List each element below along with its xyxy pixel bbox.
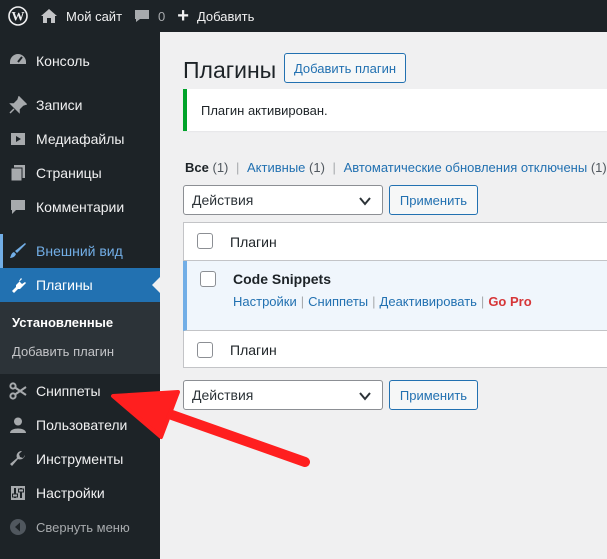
submenu-add-plugin[interactable]: Добавить плагин — [0, 337, 160, 366]
apply-button-top[interactable]: Применить — [389, 185, 478, 215]
menu-media[interactable]: Медиафайлы — [0, 122, 160, 156]
collapse-icon — [8, 517, 28, 537]
menu-label: Свернуть меню — [36, 519, 130, 535]
filter-active[interactable]: Активные — [247, 160, 305, 175]
menu-label: Записи — [36, 97, 83, 113]
chevron-down-icon — [359, 197, 371, 206]
menu-label: Инструменты — [36, 451, 124, 467]
comments-link[interactable]: 0 — [134, 0, 177, 32]
plugin-go-pro-link[interactable]: Go Pro — [488, 294, 531, 309]
filter-separator: | — [332, 160, 336, 175]
submenu-installed[interactable]: Установленные — [0, 308, 160, 337]
wordpress-logo-button[interactable]: W — [0, 0, 36, 32]
filter-active-count: (1) — [309, 160, 325, 175]
success-notice: Плагин активирован. — [183, 89, 607, 131]
menu-posts[interactable]: Записи — [0, 88, 160, 122]
action-separator: | — [300, 294, 305, 309]
menu-label: Внешний вид — [36, 243, 123, 259]
filter-auto-updates-disabled[interactable]: Автоматические обновления отключены — [344, 160, 588, 175]
plugin-name: Code Snippets — [233, 271, 332, 287]
home-icon — [41, 9, 57, 23]
bulk-actions-value: Действия — [192, 192, 254, 208]
menu-label: Сниппеты — [36, 383, 101, 399]
filter-separator: | — [236, 160, 240, 175]
menu-snippets[interactable]: Сниппеты — [0, 374, 160, 408]
bulk-actions-select-bottom[interactable]: Действия — [183, 380, 383, 410]
new-content-link[interactable]: + Добавить — [177, 0, 254, 32]
menu-dashboard[interactable]: Консоль — [0, 44, 160, 78]
filter-auto-updates-count: (1) — [590, 160, 607, 175]
wrench-icon — [8, 449, 28, 469]
pin-icon — [8, 95, 28, 115]
comment-bubble-icon — [135, 10, 150, 22]
table-row: Code Snippets Настройки | Сниппеты | Деактив… — [183, 261, 607, 331]
menu-pages[interactable]: Страницы — [0, 156, 160, 190]
admin-bar: W Мой сайт 0 + Добавить — [0, 0, 607, 32]
menu-label: Комментарии — [36, 199, 125, 215]
menu-label: Плагины — [36, 277, 93, 293]
plugin-settings-link[interactable]: Настройки — [233, 294, 297, 309]
plugin-snippets-link[interactable]: Сниппеты — [308, 294, 368, 309]
menu-users[interactable]: Пользователи — [0, 408, 160, 442]
menu-tools[interactable]: Инструменты — [0, 442, 160, 476]
comment-icon — [8, 197, 28, 217]
settings-icon — [8, 483, 28, 503]
comments-count: 0 — [158, 8, 166, 24]
dashboard-icon — [8, 51, 28, 71]
menu-label: Консоль — [36, 53, 90, 69]
site-name-label: Мой сайт — [66, 8, 123, 24]
plugin-checkbox[interactable] — [200, 271, 216, 287]
site-name-link[interactable]: Мой сайт — [36, 0, 134, 32]
menu-settings[interactable]: Настройки — [0, 476, 160, 510]
bulk-actions-select-top[interactable]: Действия — [183, 185, 383, 215]
plugin-row-actions: Настройки | Сниппеты | Деактивировать | Go Pro — [233, 294, 532, 309]
plus-icon: + — [177, 5, 189, 27]
filter-all-count: (1) — [212, 160, 229, 175]
plugins-table: Плагин Code Snippets Настройки | Сниппеты |… — [183, 222, 607, 368]
bulk-actions-value: Действия — [192, 387, 254, 403]
menu-comments[interactable]: Комментарии — [0, 190, 160, 224]
plugins-submenu: Установленные Добавить плагин — [0, 302, 160, 374]
svg-text:W: W — [12, 9, 25, 24]
column-header-plugin[interactable]: Плагин — [230, 234, 277, 250]
menu-label: Пользователи — [36, 417, 128, 433]
admin-sidebar: Консоль Записи Медиафайлы Страницы Комме… — [0, 32, 160, 559]
select-all-checkbox-bottom[interactable] — [197, 342, 213, 358]
page-title: Плагины — [183, 57, 277, 83]
action-separator: | — [480, 294, 485, 309]
user-icon — [8, 415, 28, 435]
wordpress-icon: W — [8, 6, 28, 26]
apply-button-bottom[interactable]: Применить — [389, 380, 478, 410]
add-plugin-button[interactable]: Добавить плагин — [284, 53, 406, 83]
action-separator: | — [372, 294, 376, 309]
new-content-label: Добавить — [196, 8, 255, 24]
menu-plugins[interactable]: Плагины — [0, 268, 160, 302]
plugin-deactivate-link[interactable]: Деактивировать — [380, 294, 477, 309]
menu-label: Страницы — [36, 165, 102, 181]
collapse-menu-button[interactable]: Свернуть меню — [0, 510, 160, 544]
media-icon — [8, 129, 28, 149]
table-footer-row: Плагин — [184, 331, 607, 369]
main-content: Плагины Добавить плагин Плагин активиров… — [160, 32, 607, 559]
pages-icon — [8, 163, 28, 183]
brush-icon — [8, 241, 28, 261]
notice-text: Плагин активирован. — [201, 102, 328, 118]
menu-appearance[interactable]: Внешний вид — [0, 234, 160, 268]
menu-label: Настройки — [36, 485, 105, 501]
plugin-icon — [8, 275, 28, 295]
scissors-icon — [8, 381, 28, 401]
status-filters: Все (1) | Активные (1) | Автоматические … — [185, 160, 607, 175]
chevron-down-icon — [359, 392, 371, 401]
menu-label: Медиафайлы — [36, 131, 125, 147]
column-footer-plugin[interactable]: Плагин — [230, 342, 277, 358]
select-all-checkbox[interactable] — [197, 233, 213, 249]
filter-all[interactable]: Все — [185, 160, 209, 175]
table-header-row: Плагин — [184, 223, 607, 261]
